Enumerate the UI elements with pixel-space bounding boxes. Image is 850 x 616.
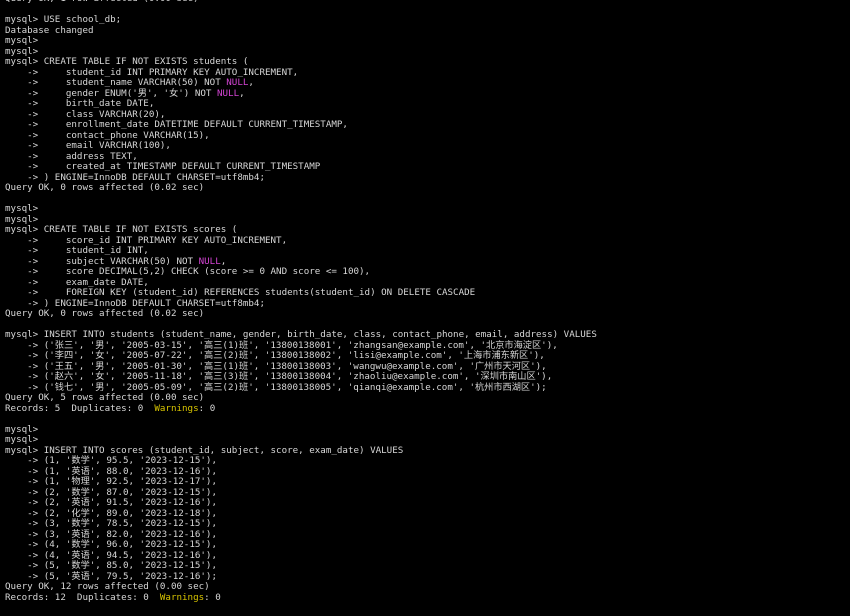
terminal-line: mysql> <box>5 35 850 47</box>
terminal-line: Query OK, 0 rows affected (0.02 sec) <box>5 182 850 194</box>
terminal-text: -> student_name VARCHAR(50) NOT <box>5 77 227 88</box>
terminal-text: -> birth_date DATE, <box>5 98 155 109</box>
terminal-text: Query OK, 1 row affected (0.00 sec) <box>5 0 199 4</box>
terminal-text: mysql> INSERT INTO students (student_nam… <box>5 329 597 340</box>
terminal-text: -> (2, '英语', 91.5, '2023-12-16'), <box>5 497 217 508</box>
terminal-text: -> class VARCHAR(20), <box>5 108 166 120</box>
terminal-line: Records: 5 Duplicates: 0 Warnings: 0 <box>5 402 850 415</box>
terminal-output[interactable]: Query OK, 1 row affected (0.00 sec) mysql… <box>0 0 850 616</box>
terminal-text: : 0 <box>198 402 216 414</box>
terminal-text: -> ) ENGINE=InnoDB DEFAULT CHARSET=utf8m… <box>5 171 265 183</box>
terminal-text: -> (5, '英语', 79.5, '2023-12-16'); <box>5 570 217 582</box>
terminal-text: -> score DECIMAL(5,2) CHECK (score >= 0 … <box>5 266 371 277</box>
terminal-text: mysql> <box>5 434 39 445</box>
terminal-text: mysql> <box>5 213 39 225</box>
terminal-text: -> student_id INT, <box>5 245 149 256</box>
terminal-line: Records: 12 Duplicates: 0 Warnings: 0 <box>5 591 850 604</box>
terminal-text: mysql> USE school_db; <box>5 14 122 25</box>
terminal-text: -> gender ENUM('男', '女') NOT <box>5 87 217 99</box>
terminal-text: -> email VARCHAR(100), <box>5 140 171 151</box>
terminal-text: -> ('王五', '男', '2005-01-30', '高三(1)班', '… <box>5 360 547 372</box>
terminal-text: -> exam_date DATE, <box>5 276 149 288</box>
terminal-text: -> (5, '数学', 85.0, '2023-12-15'), <box>5 560 217 571</box>
terminal-text: -> student_id INT PRIMARY KEY AUTO_INCRE… <box>5 66 299 78</box>
terminal-text: , <box>248 77 254 88</box>
terminal-text: , <box>220 255 227 267</box>
terminal-line: mysql> USE school_db; <box>5 14 850 26</box>
terminal-text: Query OK, 0 rows affected (0.02 sec) <box>5 182 205 193</box>
terminal-text: -> ('张三', '男', '2005-03-15', '高三(1)班', '… <box>5 339 558 351</box>
terminal-text: -> ) ENGINE=InnoDB DEFAULT CHARSET=utf8m… <box>5 297 265 309</box>
terminal-text: -> (2, '数学', 87.0, '2023-12-15'), <box>5 486 217 498</box>
terminal-text: mysql> INSERT INTO scores (student_id, s… <box>5 444 404 456</box>
terminal-text: -> (4, '英语', 94.5, '2023-12-16'), <box>5 549 217 561</box>
terminal-text: Query OK, 5 rows affected (0.00 sec) <box>5 392 205 403</box>
terminal-text: -> (4, '数学', 96.0, '2023-12-15'), <box>5 539 217 550</box>
terminal-text: , <box>239 87 245 99</box>
null-keyword: NULL <box>198 255 221 267</box>
terminal-text: -> enrollment_date DATETIME DEFAULT CURR… <box>5 119 348 130</box>
terminal-text: -> contact_phone VARCHAR(15), <box>5 129 210 141</box>
terminal-text: -> subject VARCHAR(50) NOT <box>5 255 199 267</box>
terminal-text: -> (3, '英语', 82.0, '2023-12-16'), <box>5 528 217 540</box>
terminal-line: Database changed <box>5 24 850 37</box>
terminal-text: -> address TEXT, <box>5 150 138 162</box>
terminal-text: Records: 5 Duplicates: 0 <box>5 402 155 414</box>
terminal-text: -> (1, '英语', 88.0, '2023-12-16'), <box>5 465 217 477</box>
terminal-text: Database changed <box>5 24 94 36</box>
terminal-text: -> (2, '化学', 89.0, '2023-12-18'), <box>5 507 217 519</box>
terminal-text: -> (3, '数学', 78.5, '2023-12-15'), <box>5 518 217 529</box>
terminal-text: : 0 <box>204 591 221 603</box>
terminal-text: Records: 12 Duplicates: 0 <box>5 591 160 603</box>
terminal-text: mysql> <box>5 423 39 435</box>
terminal-line: Query OK, 0 rows affected (0.02 sec) <box>5 308 850 320</box>
terminal-text: mysql> CREATE TABLE IF NOT EXISTS studen… <box>5 56 249 67</box>
terminal-text: -> ('李四', '女', '2005-07-22', '高三(2)班', '… <box>5 350 545 361</box>
terminal-text: mysql> <box>5 45 39 57</box>
terminal-text: -> FOREIGN KEY (student_id) REFERENCES s… <box>5 287 476 298</box>
warnings-keyword: Warnings <box>154 402 199 414</box>
terminal-text: Query OK, 12 rows affected (0.00 sec) <box>5 581 210 592</box>
terminal-text: -> (1, '物理', 92.5, '2023-12-17'), <box>5 476 217 487</box>
terminal-text: Query OK, 0 rows affected (0.02 sec) <box>5 308 205 319</box>
terminal-text: mysql> CREATE TABLE IF NOT EXISTS scores… <box>5 224 238 235</box>
terminal-line: mysql> <box>5 423 850 436</box>
terminal-text: -> (1, '数学', 95.5, '2023-12-15'), <box>5 455 217 466</box>
terminal-text: -> score_id INT PRIMARY KEY AUTO_INCREME… <box>5 234 288 246</box>
terminal-text: mysql> <box>5 203 39 214</box>
terminal-text: -> created_at TIMESTAMP DEFAULT CURRENT_… <box>5 161 321 172</box>
warnings-keyword: Warnings <box>159 591 205 603</box>
null-keyword: NULL <box>216 87 240 99</box>
terminal-line: mysql> <box>5 203 850 215</box>
terminal-text: -> ('钱七', '男', '2005-05-09', '高三(2)班', '… <box>5 381 547 393</box>
terminal-text: mysql> <box>5 35 39 46</box>
terminal-text: -> ('赵六', '女', '2005-11-18', '高三(3)班', '… <box>5 371 553 382</box>
null-keyword: NULL <box>226 77 249 88</box>
